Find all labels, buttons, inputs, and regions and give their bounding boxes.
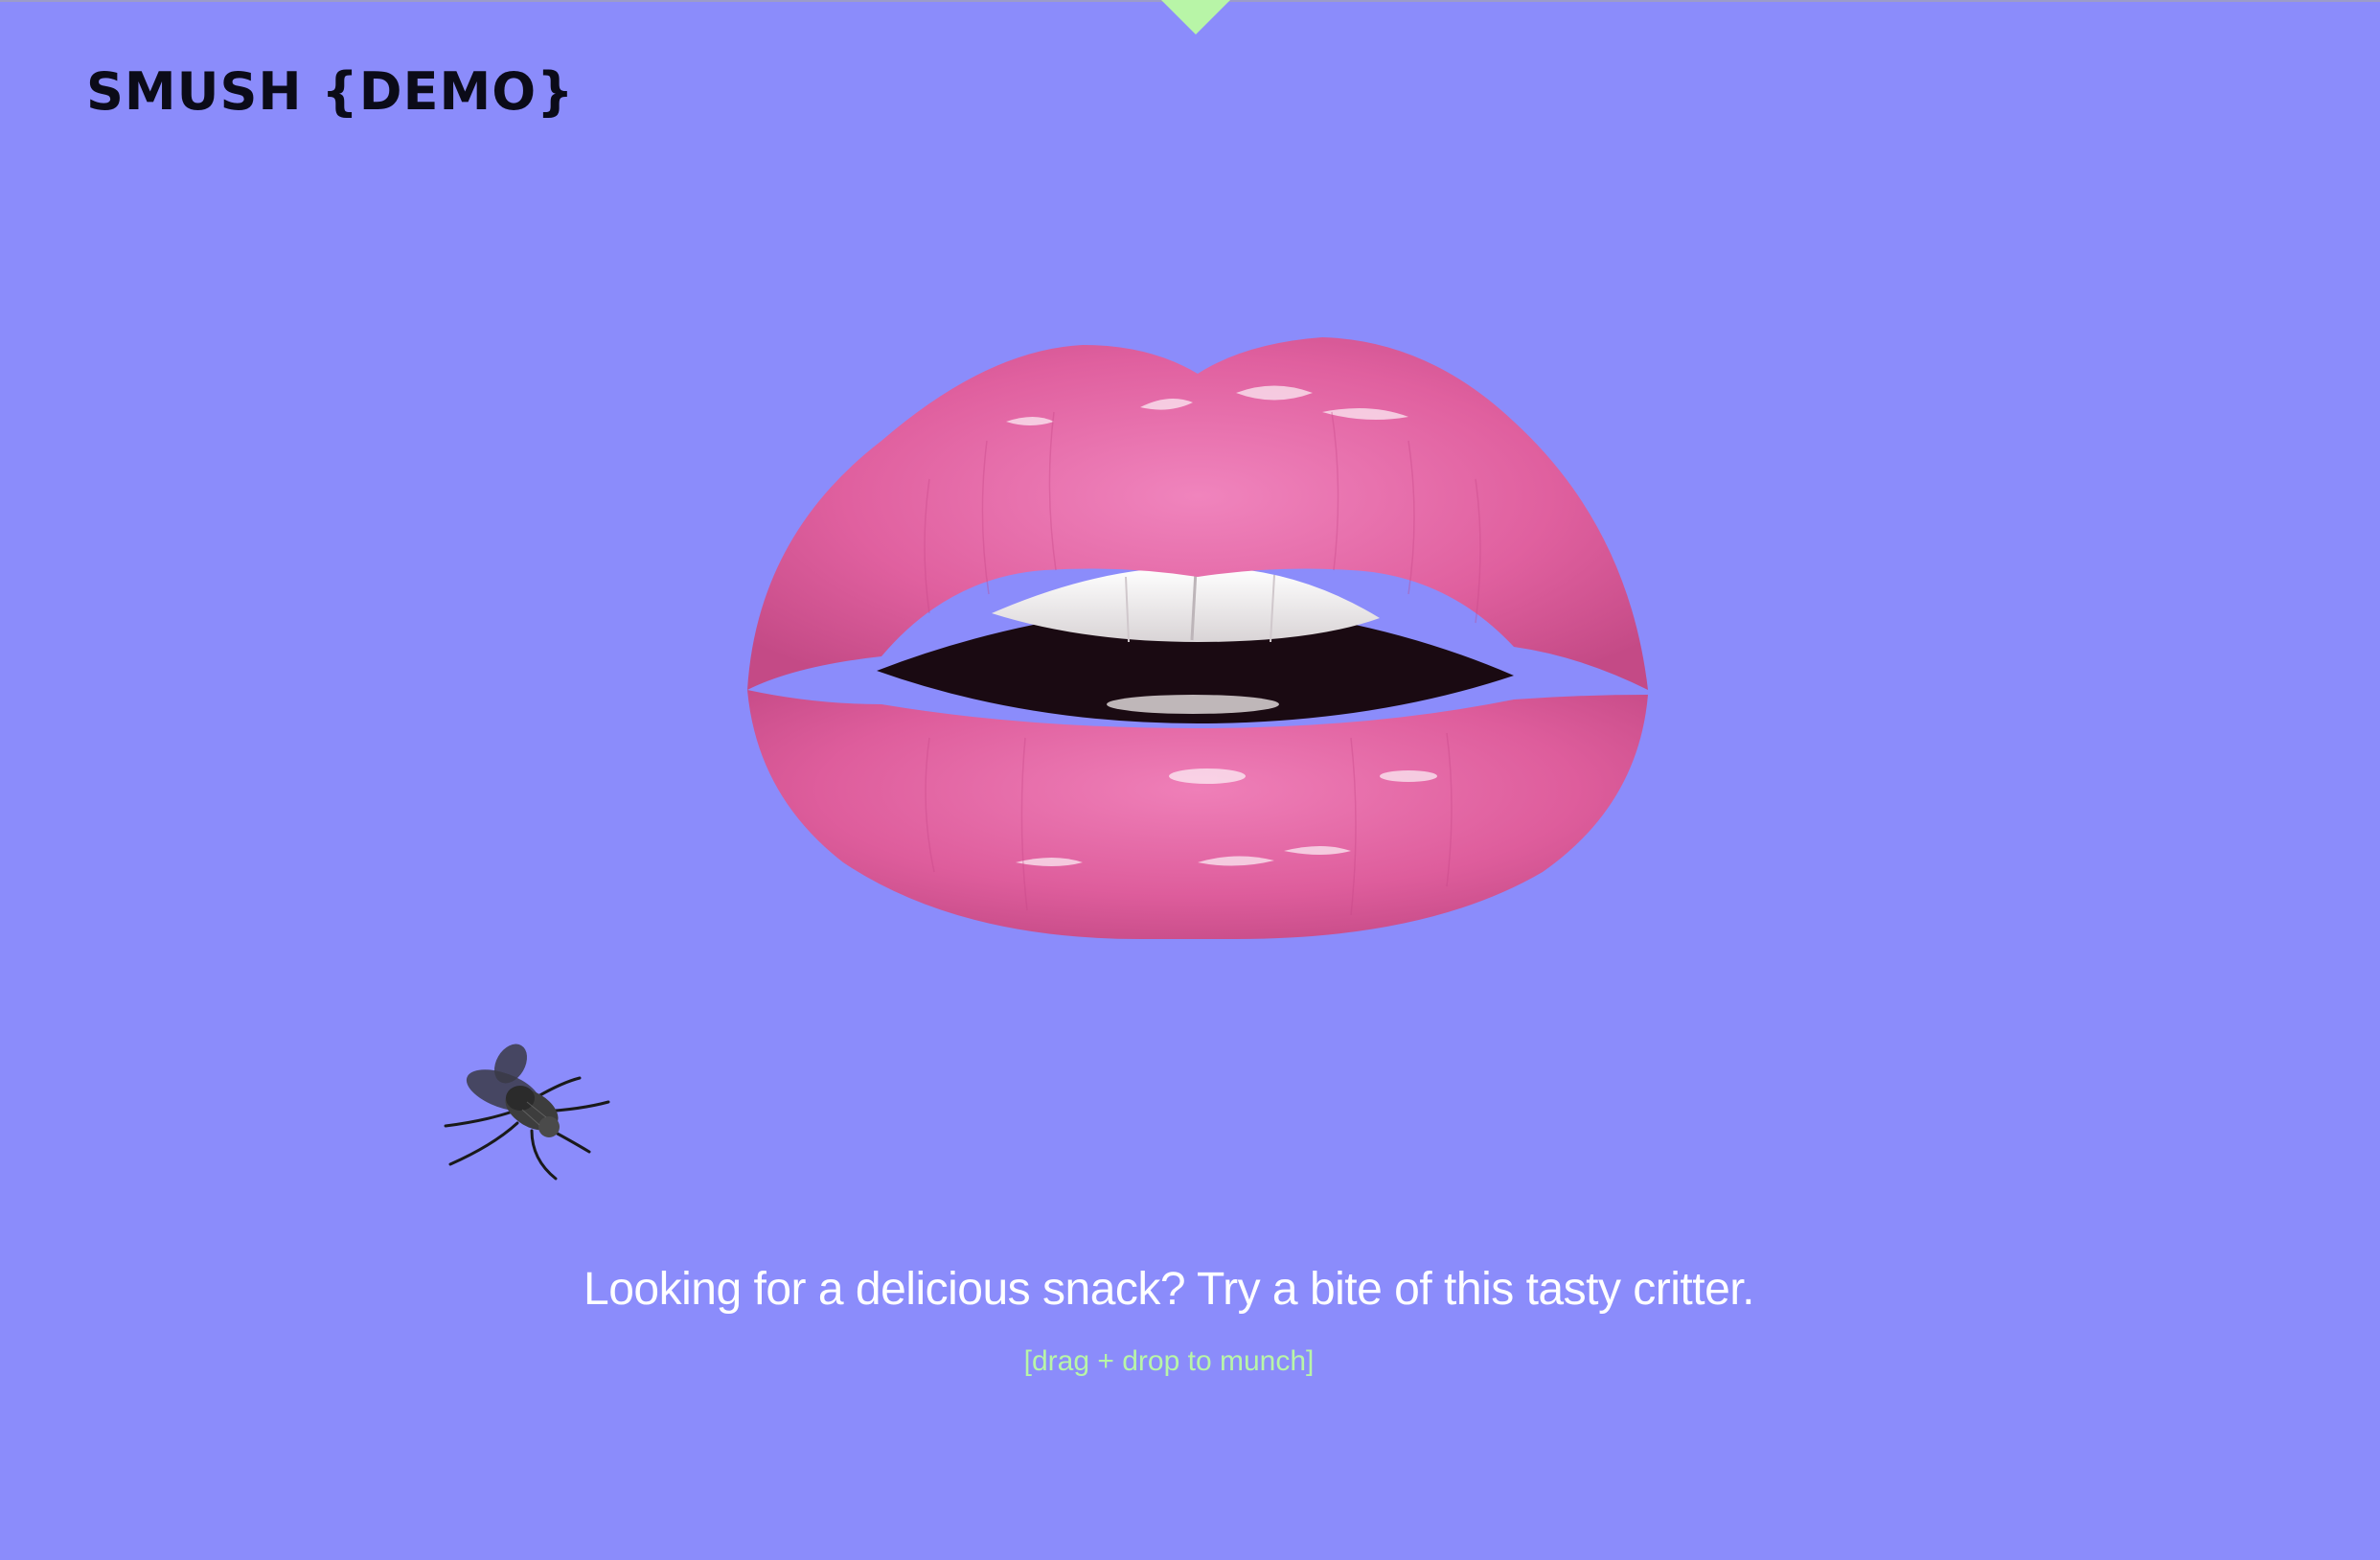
drag-hint: [drag + drop to munch] [1023, 1345, 1315, 1377]
fly-head [538, 1116, 560, 1137]
fly-draggable[interactable] [436, 1035, 628, 1188]
demo-stage: SMUSH {DEMO} Looking for a delicious sna… [0, 0, 2380, 1560]
triangle-down-icon[interactable] [1161, 0, 1230, 34]
lower-lip [747, 690, 1648, 939]
fly-leg [444, 1110, 515, 1128]
fly-thorax [506, 1086, 535, 1111]
snack-tagline: Looking for a delicious snack? Try a bit… [584, 1264, 1754, 1315]
site-logo[interactable]: SMUSH {DEMO} [86, 61, 575, 122]
fly-leg [448, 1121, 519, 1166]
mouth-drop-target[interactable] [738, 326, 1658, 939]
fly-leg [530, 1129, 558, 1181]
